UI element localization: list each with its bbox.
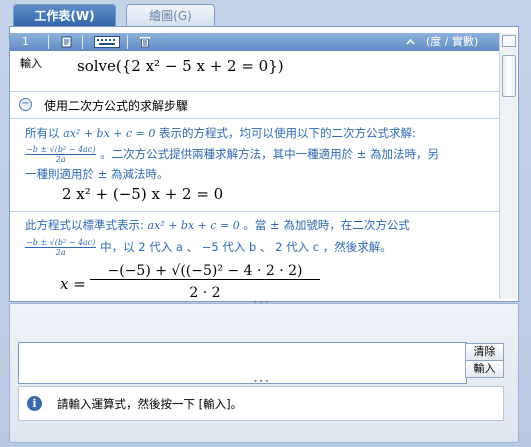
expression-input[interactable]	[18, 342, 467, 384]
toolbar-separator	[48, 35, 49, 49]
chevron-up-icon[interactable]	[406, 33, 415, 51]
steps-paragraph-1: 所有以 ax² + bx + c = 0 表示的方程式，均可以使用以下的二次方公…	[25, 125, 485, 142]
equation-numerator: −(−5) + √((−5)² − 4 · 2 · 2)	[90, 263, 320, 280]
status-bar: i 請輸入運算式，然後按一下 [輸入]。	[18, 386, 504, 421]
vertical-scrollbar[interactable]	[499, 33, 517, 299]
equation-standard: 2 x² + (−5) x + 2 = 0	[62, 185, 224, 203]
mode-indicator: (度 / 實數)	[426, 35, 479, 48]
collapse-icon[interactable]: −	[19, 98, 32, 111]
step-divider	[10, 211, 499, 212]
status-message: 請輸入運算式，然後按一下 [輸入]。	[57, 397, 243, 411]
equation-denominator: 2 · 2	[189, 285, 221, 301]
quadratic-form: ax² + bx + c = 0	[147, 219, 240, 232]
steps-text: 。二次方公式提供兩種求解方法，其中一種適用於 ± 為加法時，另	[100, 147, 440, 161]
trash-icon[interactable]	[140, 33, 150, 51]
tab-graph[interactable]: 繪圖(G)	[126, 4, 215, 27]
steps-paragraph-2: −b ± √(b² − 4ac) 2a 。二次方公式提供兩種求解方法，其中一種適…	[25, 145, 485, 164]
formula-denominator: 2a	[55, 248, 66, 257]
toolbar-separator	[127, 35, 128, 49]
formula-denominator: 2a	[55, 155, 66, 164]
input-row: 輸入 solve({2 x² − 5 x + 2 = 0})	[10, 51, 499, 92]
equation-substituted: x = −(−5) + √((−5)² − 4 · 2 · 2) 2 · 2	[60, 263, 320, 301]
enter-button[interactable]: 輸入	[465, 360, 504, 378]
steps-text: 此方程式以標準式表示:	[25, 218, 144, 232]
info-icon: i	[27, 396, 42, 411]
steps-paragraph-3: 一種則適用於 ± 為減法時。	[25, 166, 485, 182]
entry-toolbar: 1 (度 / 實數)	[10, 33, 499, 51]
input-label: 輸入	[20, 57, 42, 70]
steps-paragraph-5: −b ± √(b² − 4ac) 2a 中，以 2 代入 a 、 −5 代入 b…	[25, 238, 485, 257]
steps-text: 所有以	[25, 126, 60, 140]
entry-index: 1	[22, 35, 29, 48]
steps-text: 。當 ± 為加號時，在二次方公式	[243, 218, 410, 232]
steps-paragraph-4: 此方程式以標準式表示: ax² + bx + c = 0 。當 ± 為加號時，在…	[25, 217, 485, 234]
formula-numerator: −b ± √(b² − 4ac)	[25, 145, 97, 155]
keyboard-icon[interactable]	[94, 33, 120, 51]
steps-text: 中，以 2 代入 a 、 −5 代入 b 、 2 代入 c ，然後求解。	[100, 240, 392, 254]
edit-icon[interactable]	[61, 33, 73, 51]
steps-title: 使用二次方公式的求解步驟	[44, 99, 189, 113]
formula-numerator: −b ± √(b² − 4ac)	[25, 238, 97, 248]
scroll-thumb[interactable]	[502, 55, 516, 97]
input-expression[interactable]: solve({2 x² − 5 x + 2 = 0})	[77, 57, 284, 75]
quadratic-formula: −b ± √(b² − 4ac) 2a	[25, 238, 97, 257]
equation-lhs: x =	[60, 275, 86, 293]
worksheet-panel: 1 (度 / 實數) 輸入 solve({2 x² − 5 x + 2 = 0}…	[9, 26, 519, 302]
clear-button[interactable]: 清除	[465, 343, 504, 361]
toolbar-separator	[82, 35, 83, 49]
scroll-up-button[interactable]	[502, 35, 516, 47]
steps-text: 表示的方程式，均可以使用以下的二次方公式求解:	[159, 126, 416, 140]
app-frame: 工作表(W) 繪圖(G) 1 (度 / 實數) 輸入 solve({2 x² −…	[0, 0, 531, 447]
splitter-grip[interactable]: •••	[253, 378, 269, 386]
steps-text: 一種則適用於 ± 為減法時。	[25, 167, 169, 181]
quadratic-form: ax² + bx + c = 0	[63, 127, 156, 140]
tab-worksheet[interactable]: 工作表(W)	[13, 4, 116, 27]
steps-header[interactable]: − 使用二次方公式的求解步驟	[10, 91, 499, 119]
quadratic-formula: −b ± √(b² − 4ac) 2a	[25, 145, 97, 164]
